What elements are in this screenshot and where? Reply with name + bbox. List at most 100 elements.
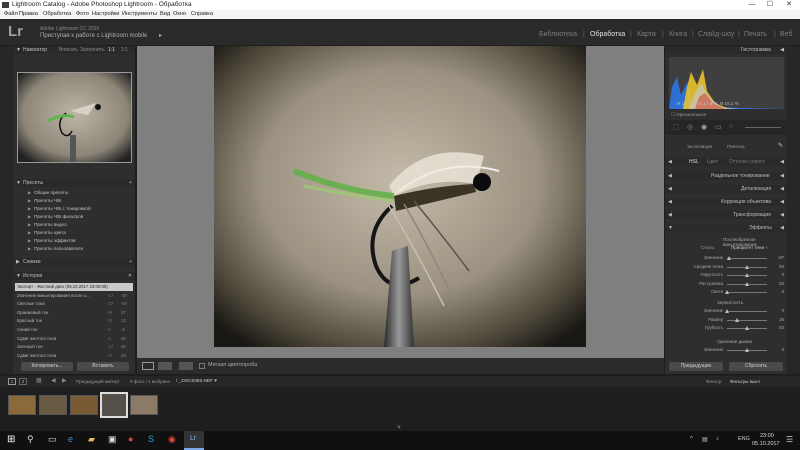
histogram-header[interactable]: Гистограмма ◀ xyxy=(665,46,787,54)
effects-slider[interactable]: Растушевка 50 xyxy=(665,281,787,288)
menu-file[interactable]: Файл xyxy=(4,10,18,19)
paste-button[interactable]: Вставить xyxy=(77,362,129,371)
preset-folder[interactable]: ▶ Пресеты цвета xyxy=(28,230,66,235)
volume-icon[interactable]: ♪ xyxy=(716,436,719,442)
module-book[interactable]: Книга xyxy=(669,31,687,38)
menu-settings[interactable]: Настройки xyxy=(92,10,119,19)
history-step[interactable]: Красный тон +3 13 xyxy=(15,317,133,325)
copy-button[interactable]: Копировать... xyxy=(21,362,73,371)
effects-slider[interactable]: Размер 25 xyxy=(665,317,787,324)
effects-header[interactable]: ▼ Эффекты ◀ xyxy=(665,224,787,232)
history-step[interactable]: Сдвиг желтого тона -4 26 xyxy=(15,335,133,343)
notifications-icon[interactable]: ☰ xyxy=(786,435,793,444)
hsl-header[interactable]: ◀ HSL Цвет Оттенки серого ◀ xyxy=(665,158,787,166)
maximize-button[interactable]: ☐ xyxy=(762,0,778,10)
graduated-filter-icon[interactable]: ▭ xyxy=(715,123,722,131)
start-icon[interactable]: ⊞ xyxy=(7,434,15,445)
module-print[interactable]: Печать xyxy=(744,31,767,38)
history-step[interactable]: Синий тон -4 -4 xyxy=(15,326,133,334)
before-after-mode-icon[interactable] xyxy=(179,362,193,370)
history-step[interactable]: Оранжевый тон +8 27 xyxy=(15,309,133,317)
effects-slider[interactable]: Значение -97 xyxy=(665,255,787,262)
effects-slider[interactable]: Округлость 0 xyxy=(665,272,787,279)
softproof-checkbox[interactable] xyxy=(199,363,205,369)
menu-develop[interactable]: Обработка xyxy=(43,10,71,19)
radial-filter-icon[interactable]: ○ xyxy=(729,123,733,130)
module-web[interactable]: Веб xyxy=(780,31,793,38)
brush-slider[interactable] xyxy=(745,127,781,128)
preset-folder[interactable]: ▶ Пресеты пользователя xyxy=(28,246,83,251)
app-icon[interactable]: ● xyxy=(128,434,133,444)
effects-slider[interactable]: Значение 0 xyxy=(665,308,787,315)
slider-knob[interactable] xyxy=(735,317,739,322)
menu-window[interactable]: Окно xyxy=(173,10,186,19)
history-step[interactable]: Светлые тона -37 -57 xyxy=(15,300,133,308)
menu-tools[interactable]: Инструменты xyxy=(122,10,157,19)
presets-header[interactable]: ▼ Пресеты + xyxy=(13,179,135,187)
slider-knob[interactable] xyxy=(745,326,749,330)
lens-correction-header[interactable]: ◀ Коррекция объектива ◀ xyxy=(665,198,787,206)
nav-fit[interactable]: Вписать xyxy=(59,46,78,54)
filmstrip-thumbnail[interactable] xyxy=(70,395,98,415)
nav-2to1[interactable]: 2:1 xyxy=(121,46,128,54)
loupe-view-icon[interactable] xyxy=(142,362,154,370)
filmstrip-thumbnail[interactable] xyxy=(39,395,67,415)
effects-slider[interactable]: Свети 0 xyxy=(665,289,787,296)
previous-button[interactable]: Предыдущие xyxy=(669,362,723,371)
original-photo-checkbox[interactable]: ☐ Оригинальное xyxy=(671,112,706,118)
split-toning-header[interactable]: ◀ Раздельное тонирование ◀ xyxy=(665,172,787,180)
history-header[interactable]: ▼ История ✕ xyxy=(13,272,135,280)
lightroom-taskbar-button[interactable]: Lr xyxy=(184,431,204,450)
vignette-style-select[interactable]: Приоритет тени ÷ xyxy=(731,245,768,250)
nav-1to1[interactable]: 1:1 xyxy=(108,46,115,54)
module-map[interactable]: Карта xyxy=(637,31,656,38)
menu-edit[interactable]: Правка xyxy=(19,10,38,19)
explorer-icon[interactable]: ▰ xyxy=(88,434,95,445)
back-arrow-icon[interactable]: ◀ xyxy=(51,377,56,384)
slider-knob[interactable] xyxy=(725,290,729,294)
forward-arrow-icon[interactable]: ▶ xyxy=(62,377,67,384)
menu-help[interactable]: Справка xyxy=(191,10,213,19)
nav-fill[interactable]: Заполнить xyxy=(80,46,105,54)
menu-photo[interactable]: Фото xyxy=(76,10,89,19)
history-step[interactable]: Зеленый тон -17 26 xyxy=(15,343,133,351)
close-button[interactable]: ✕ xyxy=(781,0,797,10)
search-icon[interactable]: ⚲ xyxy=(27,434,34,445)
transform-header[interactable]: ◀ Трансформация ◀ xyxy=(665,211,787,219)
reset-button[interactable]: Сбросить xyxy=(729,362,783,371)
main-photo[interactable] xyxy=(214,46,586,347)
menu-view[interactable]: Вид xyxy=(160,10,170,19)
minimize-button[interactable]: — xyxy=(744,0,760,10)
module-library[interactable]: Библиотека xyxy=(539,31,577,38)
dehaze-slider[interactable]: Значение 0 xyxy=(665,347,787,354)
preset-folder[interactable]: ▶ Общие пресеты xyxy=(28,190,68,195)
spot-removal-icon[interactable]: ◎ xyxy=(687,123,693,131)
monitor-1-button[interactable]: 1 xyxy=(8,378,16,385)
redeye-icon[interactable]: ◉ xyxy=(701,123,707,131)
grid-icon[interactable]: ▦ xyxy=(36,377,42,384)
preset-folder[interactable]: ▶ Пресеты видео xyxy=(28,222,67,227)
preset-folder[interactable]: ▶ Пресеты Ч/Б xyxy=(28,198,61,203)
eyedropper-icon[interactable]: ✎ xyxy=(778,142,783,149)
skype-icon[interactable]: S xyxy=(148,434,154,444)
tray-arrow-icon[interactable]: ^ xyxy=(690,436,693,442)
navigator-preview[interactable] xyxy=(17,72,132,163)
language-indicator[interactable]: ENG xyxy=(738,436,750,442)
detail-header[interactable]: ◀ Детализация ◀ xyxy=(665,185,787,193)
slider-knob[interactable] xyxy=(745,281,749,286)
filmstrip-thumbnail-selected[interactable] xyxy=(100,392,128,418)
filmstrip-thumbnail[interactable] xyxy=(130,395,158,415)
chrome-icon[interactable]: ◉ xyxy=(168,434,176,445)
slider-knob[interactable] xyxy=(745,348,749,352)
task-view-icon[interactable]: ▭ xyxy=(48,434,57,445)
preset-folder[interactable]: ▶ Пресеты Ч/Б фильтров xyxy=(28,214,83,219)
monitor-2-button[interactable]: 2 xyxy=(19,378,27,385)
preset-folder[interactable]: ▶ Пресеты Ч/Б с тонировкой xyxy=(28,206,91,211)
slider-knob[interactable] xyxy=(725,309,729,313)
clock-time[interactable]: 23:00 xyxy=(760,433,774,439)
slider-knob[interactable] xyxy=(727,256,732,260)
effects-slider[interactable]: Средняя точка 50 xyxy=(665,264,787,271)
crop-tool-icon[interactable]: ⬚ xyxy=(673,123,680,131)
file-name[interactable]: / _DSC6365.NEF ▾ xyxy=(176,379,217,384)
store-icon[interactable]: ▣ xyxy=(108,434,117,445)
